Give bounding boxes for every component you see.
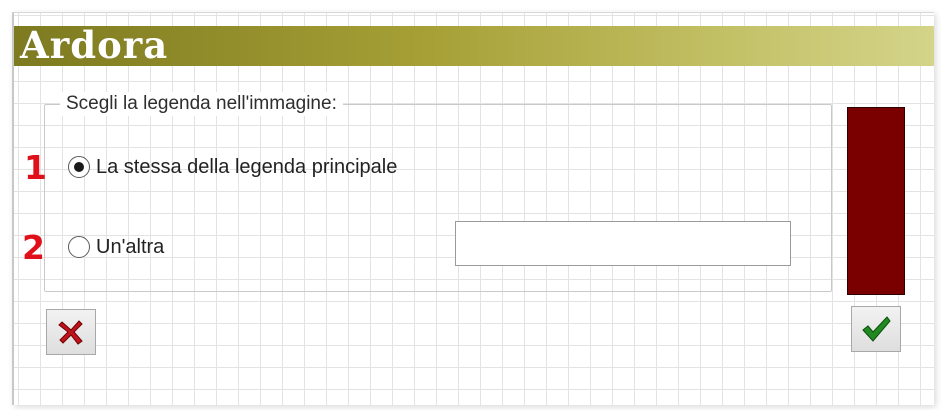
radio-other-legend-label[interactable]: Un'altra — [96, 235, 164, 259]
radio-same-legend[interactable] — [68, 156, 90, 178]
title-bar: Ardora — [14, 23, 934, 67]
step-number-2: 2 — [22, 228, 45, 267]
legend-group-heading: Scegli la legenda nell'immagine: — [60, 92, 343, 116]
option-other-legend[interactable]: Un'altra — [68, 235, 164, 259]
step-number-1: 1 — [24, 148, 47, 187]
other-legend-input[interactable] — [455, 221, 791, 266]
red-x-icon — [58, 320, 83, 345]
green-checkmark-icon — [862, 316, 891, 342]
radio-same-legend-label[interactable]: La stessa della legenda principale — [96, 155, 397, 179]
cancel-button[interactable] — [46, 309, 96, 355]
ok-button[interactable] — [851, 306, 901, 352]
radio-other-legend[interactable] — [68, 236, 90, 258]
option-same-legend[interactable]: La stessa della legenda principale — [68, 155, 397, 179]
color-swatch[interactable] — [847, 107, 905, 295]
window-title: Ardora — [20, 23, 169, 67]
